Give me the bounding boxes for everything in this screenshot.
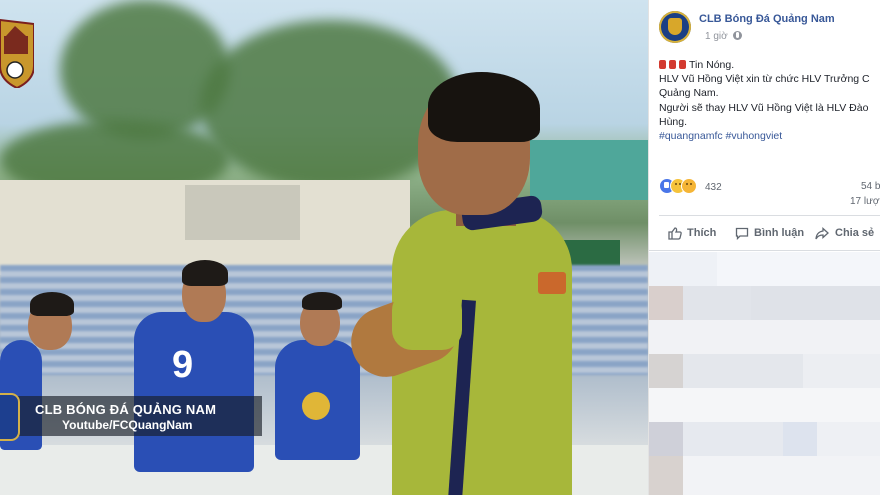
post-line: HLV Vũ Hồng Việt xin từ chức HLV Trưởng …	[659, 73, 870, 86]
share-icon	[815, 227, 829, 240]
caption-shield-icon	[0, 393, 20, 441]
blurred-comments	[649, 252, 880, 495]
club-crest-icon	[668, 18, 682, 35]
like-button[interactable]: Thích	[687, 227, 716, 239]
alert-icon	[679, 60, 686, 69]
globe-icon	[733, 31, 742, 40]
reaction-count[interactable]: 432	[705, 182, 722, 193]
share-button[interactable]: Chia sẻ	[835, 227, 874, 239]
stadium-roof	[530, 140, 648, 200]
player-hair	[302, 292, 342, 310]
sponsor-badge	[302, 392, 330, 420]
hashtags-link[interactable]: #quangnamfc #vuhongviet	[659, 129, 880, 143]
comments-count[interactable]: 54 b	[861, 181, 880, 192]
page-avatar[interactable]	[659, 11, 691, 43]
divider	[659, 215, 880, 216]
post-line: Tin Nóng.	[659, 58, 880, 72]
player	[134, 312, 254, 472]
stadium-window	[185, 185, 300, 240]
thumbs-up-icon	[668, 227, 682, 240]
player-number: 9	[172, 344, 194, 386]
post-line: Người sẽ thay HLV Vũ Hồng Việt là HLV Đà…	[659, 101, 869, 114]
post-line-text: Tin Nóng.	[689, 59, 735, 71]
caption-subtitle: Youtube/FCQuangNam	[62, 418, 193, 432]
divider	[649, 250, 880, 251]
alert-icon	[659, 60, 666, 69]
post-body: Tin Nóng. HLV Vũ Hồng Việt xin từ chức H…	[659, 58, 880, 143]
page-name-link[interactable]: CLB Bóng Đá Quảng Nam	[699, 13, 835, 25]
coach-sleeve	[392, 290, 462, 350]
post-line: Quảng Nam.	[659, 87, 719, 100]
post-photo[interactable]: 9 CLB BÓNG ĐÁ QUẢNG NAM Youtube/FCQuangN…	[0, 0, 648, 495]
alert-icon	[669, 60, 676, 69]
comment-icon	[735, 227, 749, 240]
player-hair	[182, 260, 228, 286]
club-logo	[0, 18, 34, 88]
post-timestamp[interactable]: 1 giờ	[705, 31, 728, 42]
coach-hair	[428, 72, 540, 142]
caption-title: CLB BÓNG ĐÁ QUẢNG NAM	[35, 402, 217, 417]
shares-count[interactable]: 17 lượt	[850, 196, 880, 207]
comment-button[interactable]: Bình luận	[754, 227, 804, 239]
facebook-post: CLB Bóng Đá Quảng Nam 1 giờ Tin Nóng. HL…	[648, 0, 880, 495]
shirt-logo	[538, 272, 566, 294]
haha-reaction-icon	[681, 178, 697, 194]
player-hair	[30, 292, 74, 316]
post-line: Hùng.	[659, 115, 688, 128]
